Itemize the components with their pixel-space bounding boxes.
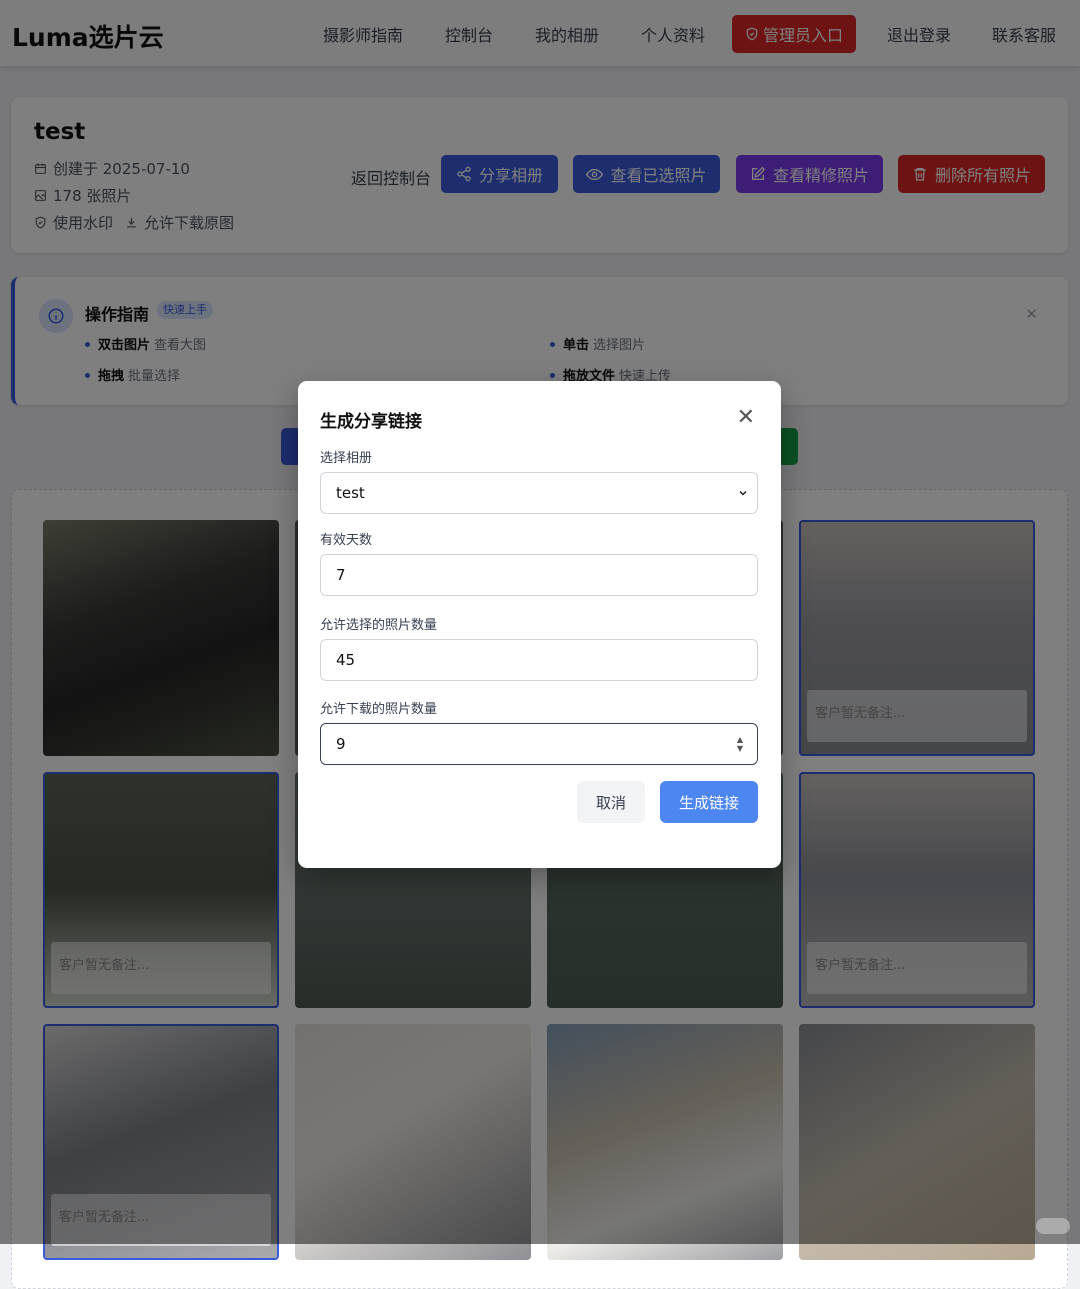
dialog-title: 生成分享链接 [320, 412, 422, 432]
number-stepper-icon[interactable]: ▲ ▼ [737, 735, 743, 753]
select-count-value: 45 [336, 651, 356, 669]
valid-days-input[interactable]: 7 [320, 554, 758, 596]
download-count-value: 9 [336, 735, 346, 753]
close-icon[interactable]: ✕ [737, 405, 755, 430]
album-select[interactable]: test [320, 472, 758, 514]
share-link-dialog: 生成分享链接 ✕ 选择相册 test 有效天数 7 允许选择的照片数量 45 允… [298, 381, 781, 868]
select-count-label: 允许选择的照片数量 [320, 618, 438, 633]
valid-days-label: 有效天数 [320, 533, 373, 548]
watermark-badge [1036, 1218, 1070, 1234]
album-select-label: 选择相册 [320, 451, 373, 466]
download-count-label: 允许下载的照片数量 [320, 702, 438, 717]
generate-link-button[interactable]: 生成链接 [660, 781, 758, 823]
valid-days-value: 7 [336, 566, 346, 584]
chevron-down-icon [739, 490, 747, 496]
download-count-input[interactable]: 9 ▲ ▼ [320, 723, 758, 765]
select-count-input[interactable]: 45 [320, 639, 758, 681]
cancel-button[interactable]: 取消 [577, 781, 645, 823]
album-select-value: test [336, 484, 365, 502]
